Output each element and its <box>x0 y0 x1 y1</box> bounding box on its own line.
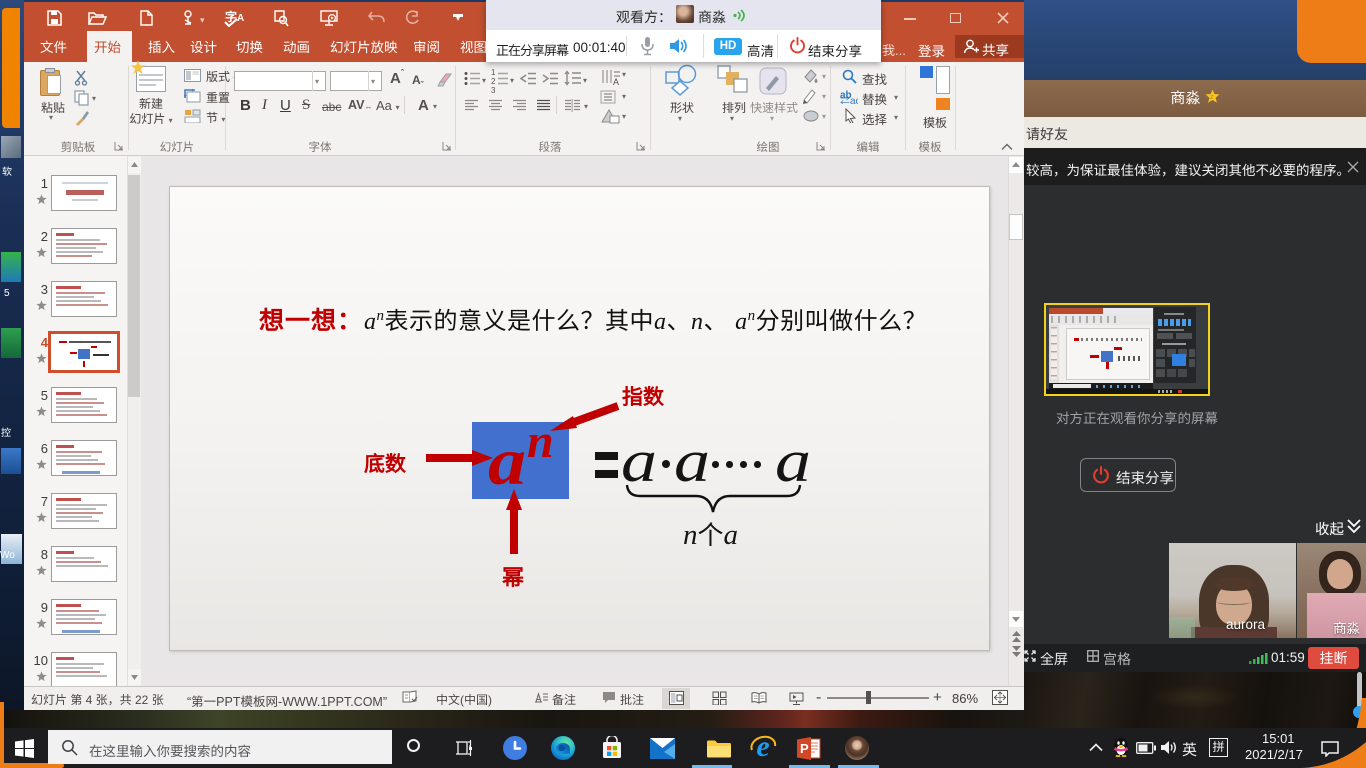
svg-text:⇄ac: ⇄ac <box>840 95 858 104</box>
svg-text:A: A <box>613 77 619 86</box>
svg-text:P: P <box>800 741 809 756</box>
svg-text:z: z <box>1210 94 1214 101</box>
